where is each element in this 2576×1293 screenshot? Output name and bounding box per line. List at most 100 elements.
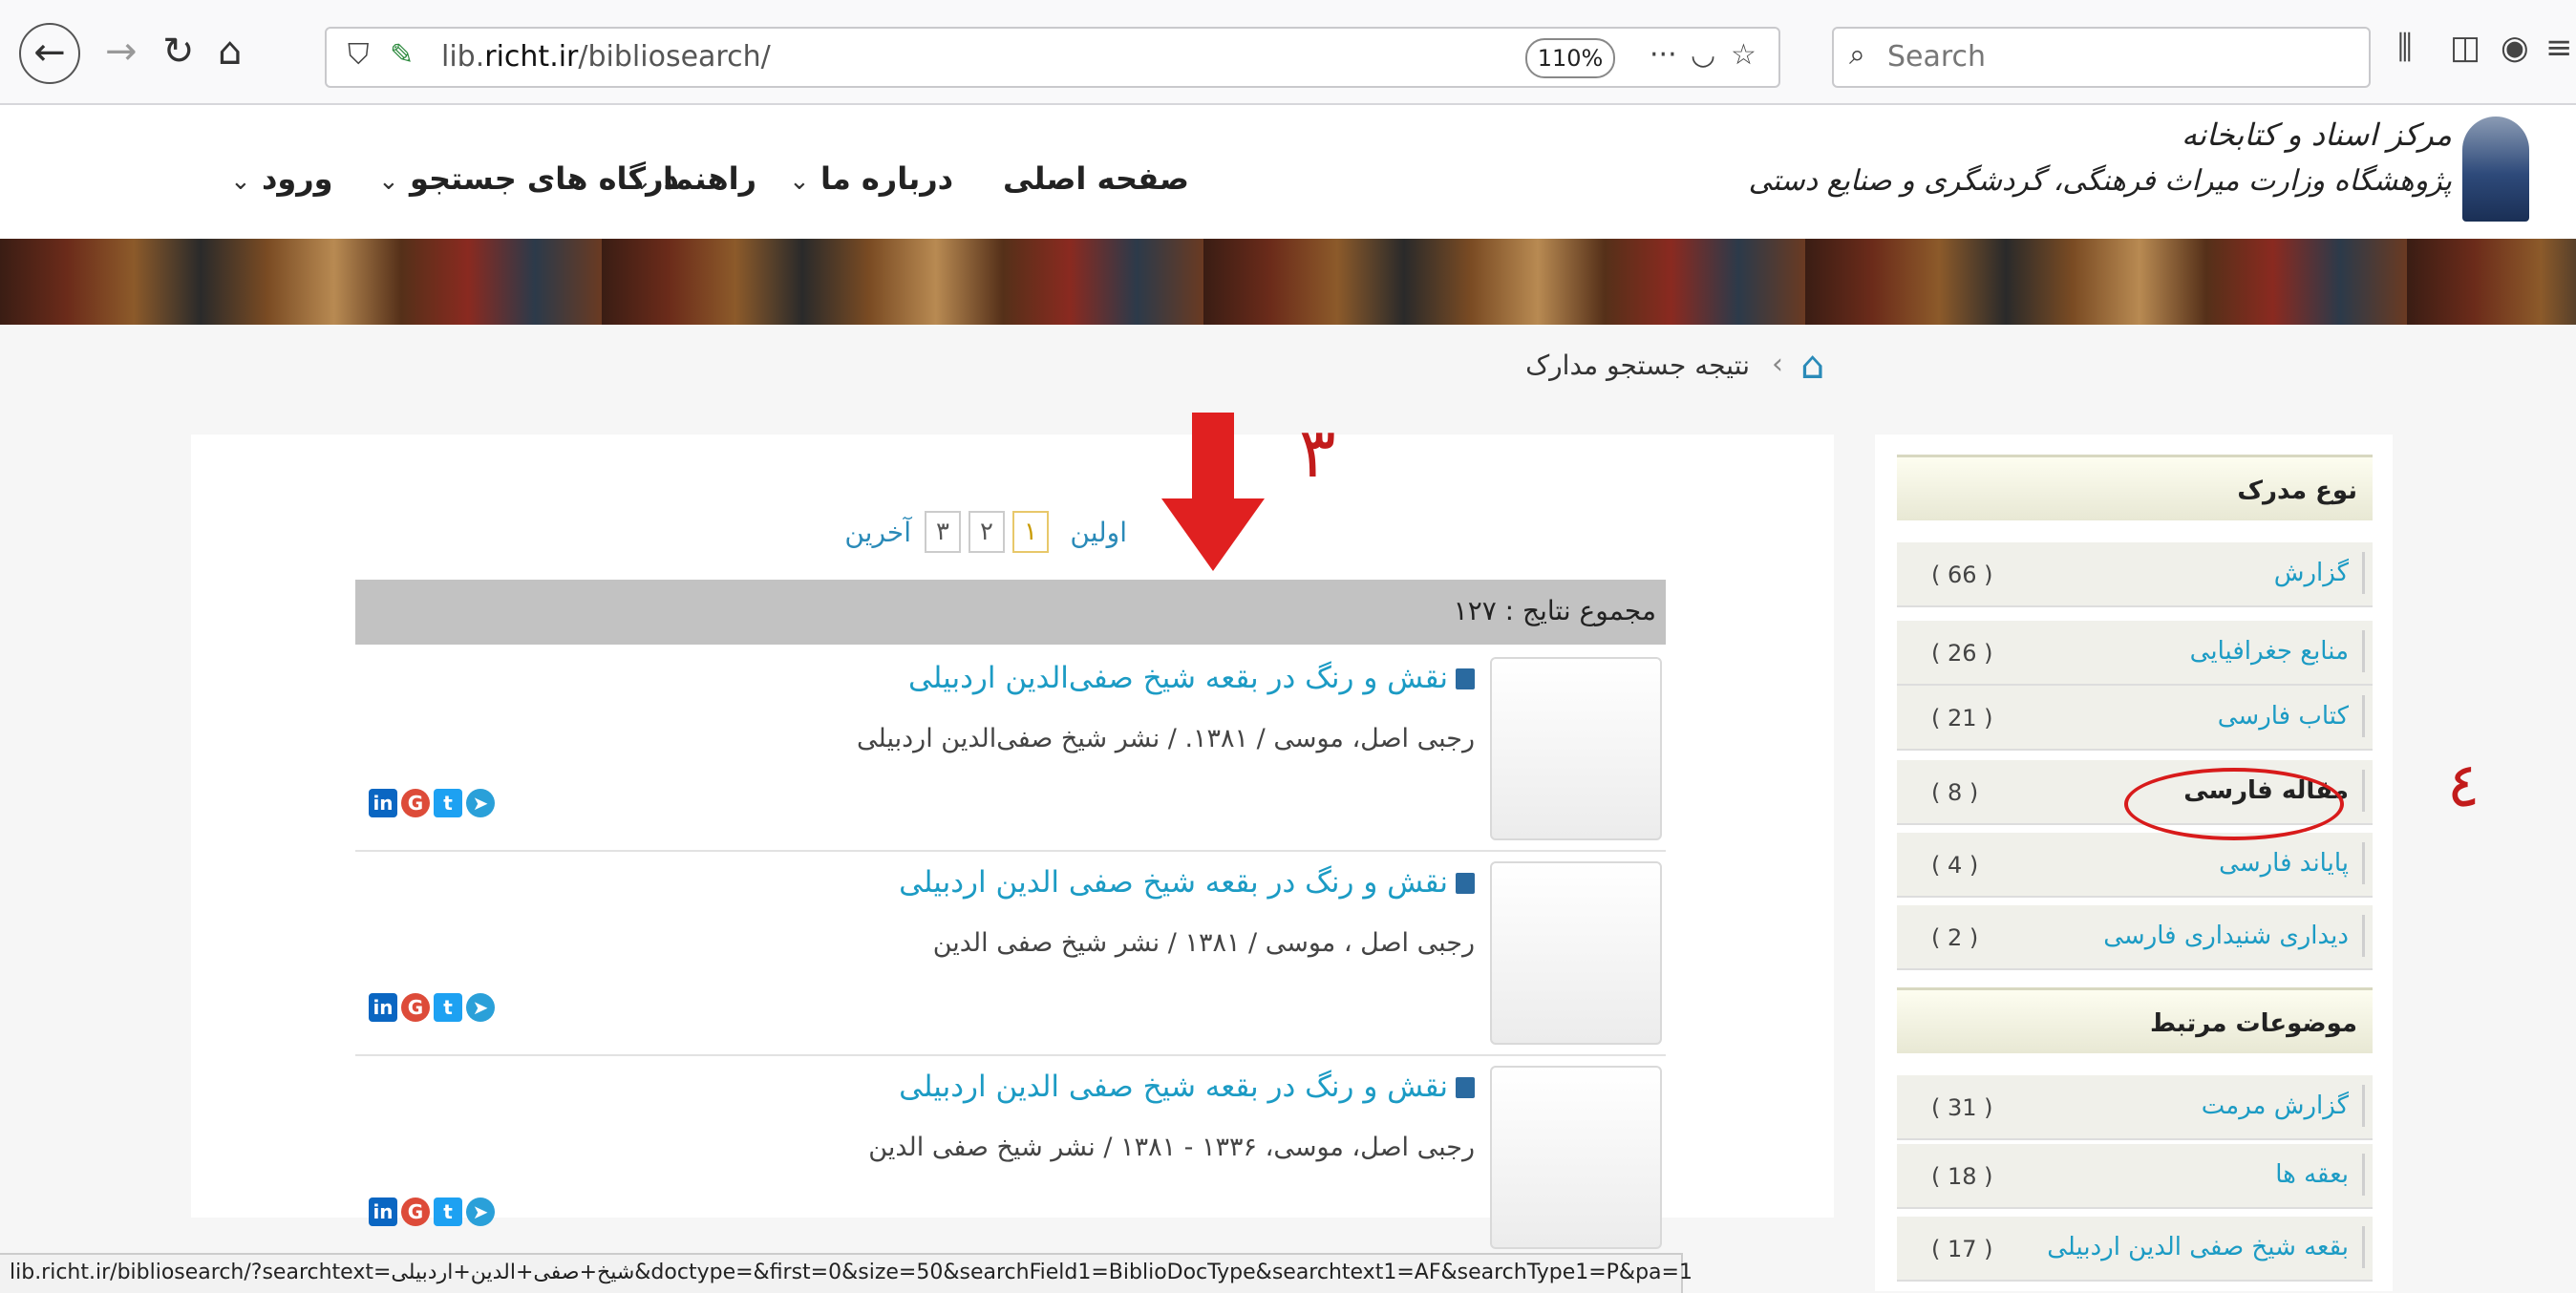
pocket-icon[interactable]: ◡ xyxy=(1691,38,1715,72)
book-icon xyxy=(1456,668,1475,689)
sidebar-icon[interactable]: ◫ xyxy=(2450,29,2480,67)
telegram-icon[interactable]: ➤ xyxy=(466,789,495,817)
menu-login[interactable]: ⌄ ورود xyxy=(224,160,333,202)
pagination-first[interactable]: اولین xyxy=(1070,517,1127,548)
breadcrumb xyxy=(0,325,2576,415)
twitter-icon[interactable]: t xyxy=(434,993,462,1022)
search-icon: ⌕ xyxy=(1849,38,1865,72)
annotation-circle xyxy=(2124,768,2344,840)
linkedin-icon[interactable]: in xyxy=(369,1198,397,1226)
related-topics-heading: موضوعات مرتبط xyxy=(1897,987,2373,1053)
share-icons: in Gt ➤ xyxy=(369,789,499,821)
facet-count: ( 18 ) xyxy=(1931,1163,1993,1190)
books-banner xyxy=(0,239,2576,325)
share-icons: in Gt ➤ xyxy=(369,993,499,1026)
url-bar[interactable]: ⛉ ✎ lib.richt.ir/bibliosearch/ 110% ··· … xyxy=(325,27,1780,88)
facet-count: ( 26 ) xyxy=(1931,640,1993,667)
facet-label[interactable]: کتاب فارسی xyxy=(2203,695,2365,737)
url-text[interactable]: lib.richt.ir/bibliosearch/ xyxy=(441,40,771,74)
facet-geo-sources[interactable]: منابع جغرافیایی ( 26 ) xyxy=(1897,621,2373,686)
facet-count: ( 8 ) xyxy=(1931,779,1979,806)
site-header: مرکز اسناد و کتابخانه پژوهشگاه وزارت میر… xyxy=(0,105,2576,239)
account-icon[interactable]: ◉ xyxy=(2501,29,2529,67)
menu-home[interactable]: صفحه اصلی xyxy=(1003,160,1189,202)
forward-button[interactable]: → xyxy=(105,25,138,78)
result-meta: رجبی اصل، موسی / ۱۳۸۱. / نشر شیخ صفی‌الد… xyxy=(857,724,1475,753)
results-total-bar: مجموع نتایج : ۱۲۷ xyxy=(355,580,1666,645)
twitter-icon[interactable]: t xyxy=(434,789,462,817)
page-2[interactable]: ۲ xyxy=(969,511,1005,553)
annotation-step-3: ۳ xyxy=(1299,413,1336,493)
back-button[interactable]: ← xyxy=(19,23,80,84)
result-thumbnail[interactable] xyxy=(1490,861,1662,1045)
facet-persian-audiovisual[interactable]: دیداری شنیداری فارسی ( 2 ) xyxy=(1897,905,2373,970)
menu-icon[interactable]: ≡ xyxy=(2545,29,2573,67)
page-actions-icon[interactable]: ··· xyxy=(1650,38,1677,72)
page-3[interactable]: ۳ xyxy=(925,511,961,553)
google-plus-icon[interactable]: G xyxy=(401,789,430,817)
facet-sheikh-safi-shrine[interactable]: بقعه شیخ صفی الدین اردبیلی ( 17 ) xyxy=(1897,1217,2373,1282)
site-identity-icon[interactable]: ✎ xyxy=(390,38,414,72)
facet-persian-thesis[interactable]: پایاند فارسی ( 4 ) xyxy=(1897,833,2373,898)
menu-search-portals[interactable]: ⌄ درگاه های جستجو xyxy=(373,160,679,202)
logo-title: مرکز اسناد و کتابخانه xyxy=(2181,117,2452,153)
book-icon xyxy=(1456,1077,1475,1098)
reload-button[interactable]: ↻ xyxy=(162,25,195,78)
result-thumbnail[interactable] xyxy=(1490,657,1662,840)
result-thumbnail[interactable] xyxy=(1490,1066,1662,1249)
linkedin-icon[interactable]: in xyxy=(369,789,397,817)
telegram-icon[interactable]: ➤ xyxy=(466,993,495,1022)
chevron-down-icon: ⌄ xyxy=(789,167,810,196)
facet-shrines[interactable]: بعقه ها ( 18 ) xyxy=(1897,1144,2373,1209)
facet-label[interactable]: بقعه شیخ صفی الدین اردبیلی xyxy=(2033,1226,2365,1268)
facet-persian-book[interactable]: کتاب فارسی ( 21 ) xyxy=(1897,686,2373,751)
annotation-arrow xyxy=(1192,413,1234,500)
twitter-icon[interactable]: t xyxy=(434,1198,462,1226)
google-plus-icon[interactable]: G xyxy=(401,993,430,1022)
menu-about[interactable]: ⌄ درباره ما xyxy=(783,160,953,202)
search-box[interactable]: ⌕ Search xyxy=(1832,27,2371,88)
facet-count: ( 4 ) xyxy=(1931,852,1979,879)
results-total: مجموع نتایج : ۱۲۷ xyxy=(1453,595,1656,626)
facet-restoration-report[interactable]: گزارش مرمت ( 31 ) xyxy=(1897,1075,2373,1140)
logo-subtitle: پژوهشگاه وزارت میراث فرهنگی، گردشگری و ص… xyxy=(1748,164,2452,198)
result-item: نقش و رنگ در بقعه شیخ صفی الدین اردبیلی … xyxy=(355,852,1666,1056)
chevron-down-icon: ⌄ xyxy=(230,167,251,196)
annotation-arrow-head xyxy=(1161,498,1265,571)
search-placeholder: Search xyxy=(1887,40,1987,74)
result-title[interactable]: نقش و رنگ در بقعه شیخ صفی الدین اردبیلی xyxy=(899,865,1475,900)
result-title[interactable]: نقش و رنگ در بقعه شیخ صفی‌الدین اردبیلی xyxy=(908,661,1475,695)
facet-label[interactable]: پایاند فارسی xyxy=(2205,842,2365,884)
google-plus-icon[interactable]: G xyxy=(401,1198,430,1226)
page-1[interactable]: ۱ xyxy=(1012,511,1049,553)
shield-icon[interactable]: ⛉ xyxy=(348,38,370,72)
book-icon xyxy=(1456,873,1475,894)
pagination: اولین ۱ ۲ ۳ آخرین xyxy=(841,511,1127,553)
zoom-level[interactable]: 110% xyxy=(1525,38,1615,78)
result-meta: رجبی اصل ، موسی / ۱۳۸۱ / نشر شیخ صفی الد… xyxy=(932,928,1475,958)
telegram-icon[interactable]: ➤ xyxy=(466,1198,495,1226)
annotation-step-4: ٤ xyxy=(2447,751,2480,821)
logo-emblem-icon[interactable] xyxy=(2462,117,2529,222)
result-item: نقش و رنگ در بقعه شیخ صفی‌الدین اردبیلی … xyxy=(355,647,1666,852)
facet-label[interactable]: دیداری شنیداری فارسی xyxy=(2090,915,2365,957)
status-bar: lib.richt.ir/bibliosearch/?searchtext=شی… xyxy=(0,1253,1692,1293)
facet-report[interactable]: گزارش ( 66 ) xyxy=(1897,542,2373,607)
bookmark-star-icon[interactable]: ☆ xyxy=(1731,38,1756,72)
result-title[interactable]: نقش و رنگ در بقعه شیخ صفی الدین اردبیلی xyxy=(899,1070,1475,1104)
facet-count: ( 17 ) xyxy=(1931,1236,1993,1262)
facet-count: ( 66 ) xyxy=(1931,562,1993,588)
breadcrumb-current: نتیجه جستجو مدارک xyxy=(1525,350,1750,381)
linkedin-icon[interactable]: in xyxy=(369,993,397,1022)
facet-label[interactable]: گزارش مرمت xyxy=(2187,1085,2365,1127)
facet-label[interactable]: بعقه ها xyxy=(2262,1154,2365,1196)
facet-label[interactable]: منابع جغرافیایی xyxy=(2176,630,2365,672)
facet-count: ( 31 ) xyxy=(1931,1094,1993,1121)
home-icon[interactable]: ⌂ xyxy=(1800,344,1824,388)
home-button[interactable]: ⌂ xyxy=(218,25,242,78)
browser-toolbar: ← → ↻ ⌂ ⛉ ✎ lib.richt.ir/bibliosearch/ 1… xyxy=(0,0,2576,105)
pagination-last[interactable]: آخرین xyxy=(844,517,911,548)
library-icon[interactable]: ⫼ xyxy=(2397,29,2413,67)
facet-label[interactable]: گزارش xyxy=(2260,552,2365,594)
chevron-right-icon: ‹ xyxy=(1772,348,1783,381)
